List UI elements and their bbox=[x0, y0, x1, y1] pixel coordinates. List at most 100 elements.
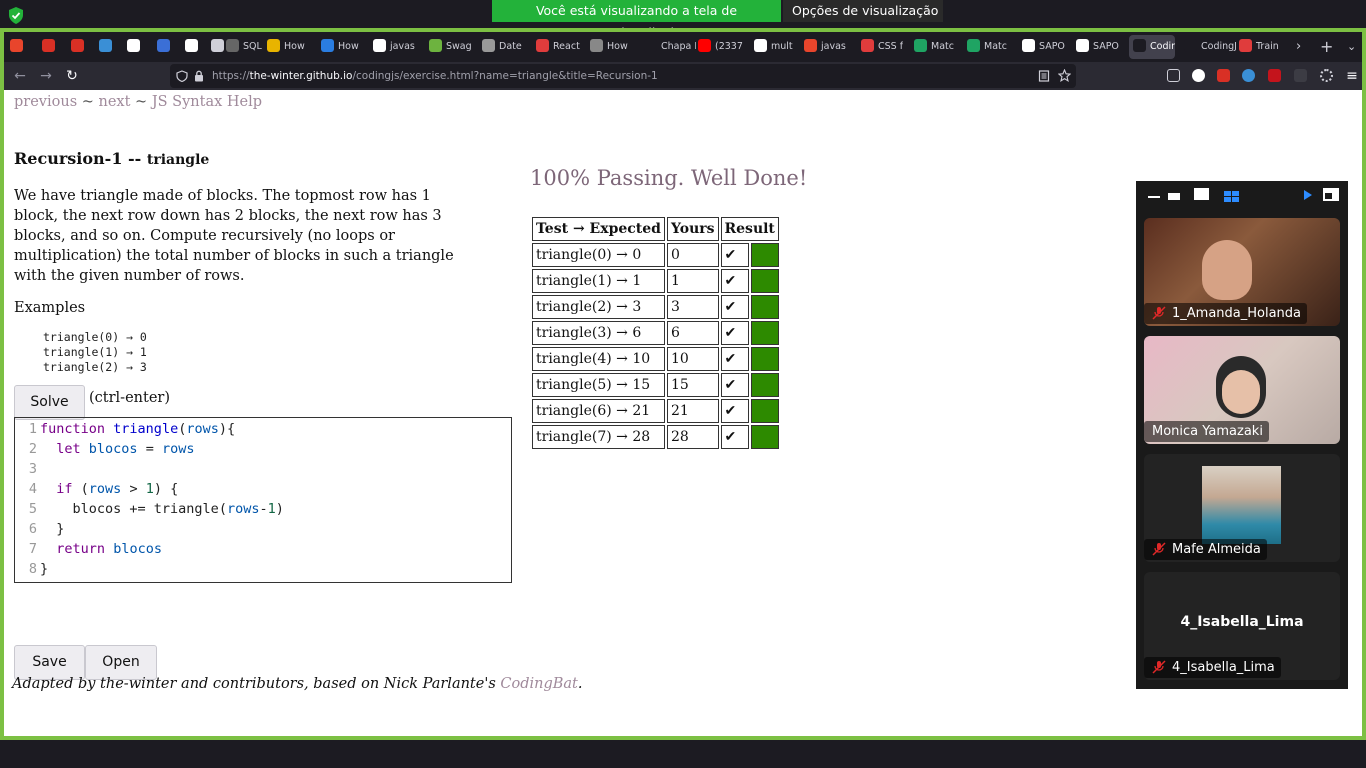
pop-out-icon[interactable] bbox=[1323, 188, 1339, 201]
bookmark-star-icon[interactable] bbox=[1058, 69, 1071, 82]
lock-icon[interactable] bbox=[194, 70, 204, 82]
browser-tab[interactable]: How bbox=[590, 35, 628, 59]
browser-tab[interactable]: Matc bbox=[967, 35, 1007, 59]
result-check: ✔ bbox=[720, 243, 749, 267]
tab-label: (2337 bbox=[715, 41, 743, 52]
view-options-button[interactable]: Opções de visualização bbox=[783, 0, 943, 37]
pocket-icon[interactable] bbox=[1167, 69, 1180, 82]
browser-tab[interactable]: Matc bbox=[914, 35, 954, 59]
screen-share-bar: Você está visualizando a tela de 4_Karla… bbox=[0, 0, 1366, 40]
speaker-view-icon[interactable] bbox=[1194, 188, 1209, 200]
browser-tab[interactable] bbox=[42, 35, 59, 59]
line-number: 2 bbox=[28, 441, 37, 457]
examples-label: Examples bbox=[14, 300, 86, 316]
pass-indicator bbox=[750, 347, 779, 371]
result-check: ✔ bbox=[720, 269, 749, 293]
syntax-help-link[interactable]: JS Syntax Help bbox=[152, 94, 262, 110]
tab-label: Codin bbox=[1150, 41, 1175, 52]
menu-icon[interactable]: ≡ bbox=[1342, 66, 1362, 86]
browser-tab[interactable]: (2337 bbox=[698, 35, 743, 59]
address-bar[interactable]: https://the-winter.github.io/codingjs/ex… bbox=[170, 64, 1076, 88]
extension-blue-icon[interactable] bbox=[1242, 69, 1255, 82]
footer: Adapted by the-winter and contributors, … bbox=[12, 676, 583, 692]
browser-tab[interactable]: SAPO bbox=[1022, 35, 1065, 59]
tab-favicon-icon bbox=[914, 39, 927, 52]
browser-tab[interactable]: How bbox=[321, 35, 359, 59]
next-link[interactable]: next bbox=[99, 94, 131, 110]
previous-link[interactable]: previous bbox=[14, 94, 77, 110]
browser-tab[interactable]: CodingJS bbox=[1184, 35, 1236, 59]
browser-tab[interactable] bbox=[10, 35, 27, 59]
browser-tab[interactable]: mult bbox=[754, 35, 793, 59]
browser-tab[interactable] bbox=[185, 35, 202, 59]
code-line: let blocos = rows bbox=[56, 441, 195, 457]
yours-cell: 0 bbox=[666, 243, 719, 267]
pass-message: 100% Passing. Well Done! bbox=[530, 166, 808, 190]
tab-bar: SQL How How javas Swag Date React How Chapa B (23… bbox=[4, 32, 1362, 62]
browser-tab[interactable]: React bbox=[536, 35, 580, 59]
reader-view-icon[interactable] bbox=[1038, 70, 1050, 82]
browser-tab[interactable]: javas bbox=[804, 35, 846, 59]
solve-button[interactable]: Solve bbox=[14, 385, 85, 420]
tab-list-icon[interactable]: ⌄ bbox=[1347, 35, 1356, 59]
pass-indicator bbox=[750, 425, 779, 449]
participant-tile[interactable]: 4_Isabella_Lima 4_Isabella_Lima bbox=[1144, 572, 1340, 680]
participant-name: Mafe Almeida bbox=[1172, 542, 1261, 557]
code-editor[interactable]: 1 2 3 4 5 6 7 8 function triangle(rows){… bbox=[14, 417, 512, 583]
line-number: 8 bbox=[28, 561, 37, 577]
browser-tab[interactable]: SAPO bbox=[1076, 35, 1119, 59]
settings-extension-icon[interactable] bbox=[1320, 69, 1333, 82]
gallery-view-icon[interactable] bbox=[1224, 188, 1239, 202]
browser-tab[interactable]: Chapa B bbox=[644, 35, 696, 59]
ublock-icon[interactable] bbox=[1268, 69, 1281, 82]
participant-tile[interactable]: 1_Amanda_Holanda bbox=[1144, 218, 1340, 326]
example-item: triangle(2) → 3 bbox=[43, 360, 147, 374]
save-button[interactable]: Save bbox=[14, 645, 85, 680]
forward-icon[interactable]: → bbox=[36, 66, 56, 86]
open-button[interactable]: Open bbox=[85, 645, 157, 680]
tab-favicon-icon bbox=[1184, 39, 1197, 52]
codingbat-link[interactable]: CodingBat bbox=[500, 676, 578, 692]
scroll-tabs-icon[interactable]: › bbox=[1296, 35, 1301, 59]
browser-tab[interactable]: Swag bbox=[429, 35, 472, 59]
eyedropper-icon[interactable] bbox=[1294, 69, 1307, 82]
participant-tile[interactable]: Monica Yamazaki bbox=[1144, 336, 1340, 444]
back-icon[interactable]: ← bbox=[10, 66, 30, 86]
minimize-icon[interactable] bbox=[1148, 196, 1160, 198]
pass-indicator bbox=[750, 373, 779, 397]
participant-face bbox=[1222, 370, 1260, 414]
participant-tile[interactable]: Mafe Almeida bbox=[1144, 454, 1340, 562]
yours-cell: 6 bbox=[666, 321, 719, 345]
shortcut-hint: (ctrl-enter) bbox=[89, 390, 170, 406]
browser-tab[interactable]: Date bbox=[482, 35, 522, 59]
browser-tab[interactable] bbox=[99, 35, 116, 59]
shared-screen: SQL How How javas Swag Date React How Chapa B (23… bbox=[0, 28, 1366, 740]
test-cell: triangle(0) → 0 bbox=[532, 243, 665, 267]
table-row: triangle(5) → 15 15 ✔ bbox=[532, 373, 779, 397]
table-row: triangle(6) → 21 21 ✔ bbox=[532, 399, 779, 423]
tab-label: Train bbox=[1256, 41, 1279, 52]
tab-label: How bbox=[607, 41, 628, 52]
browser-tab[interactable]: CSS f bbox=[861, 35, 903, 59]
shield-icon[interactable] bbox=[176, 70, 188, 82]
pdf-extension-icon[interactable] bbox=[1217, 69, 1230, 82]
browser-tab[interactable] bbox=[127, 35, 144, 59]
browser-tab[interactable]: Codin bbox=[1129, 35, 1175, 59]
tab-favicon-icon bbox=[1133, 39, 1146, 52]
browser-tab[interactable] bbox=[157, 35, 174, 59]
browser-tab[interactable]: SQL bbox=[226, 35, 262, 59]
participant-face bbox=[1202, 240, 1252, 300]
reload-icon[interactable]: ↻ bbox=[62, 66, 82, 86]
tab-favicon-icon bbox=[861, 39, 874, 52]
browser-tab[interactable] bbox=[71, 35, 88, 59]
tab-favicon-icon bbox=[1239, 39, 1252, 52]
yours-cell: 1 bbox=[666, 269, 719, 293]
extension-b-icon[interactable] bbox=[1192, 69, 1205, 82]
browser-tab[interactable]: javas bbox=[373, 35, 415, 59]
browser-tab[interactable]: How bbox=[267, 35, 305, 59]
browser-tab[interactable]: Train bbox=[1239, 35, 1279, 59]
play-arrow-icon[interactable] bbox=[1304, 190, 1312, 200]
new-tab-icon[interactable]: + bbox=[1320, 35, 1333, 59]
tab-favicon-icon bbox=[482, 39, 495, 52]
strip-view-icon[interactable] bbox=[1168, 193, 1180, 200]
